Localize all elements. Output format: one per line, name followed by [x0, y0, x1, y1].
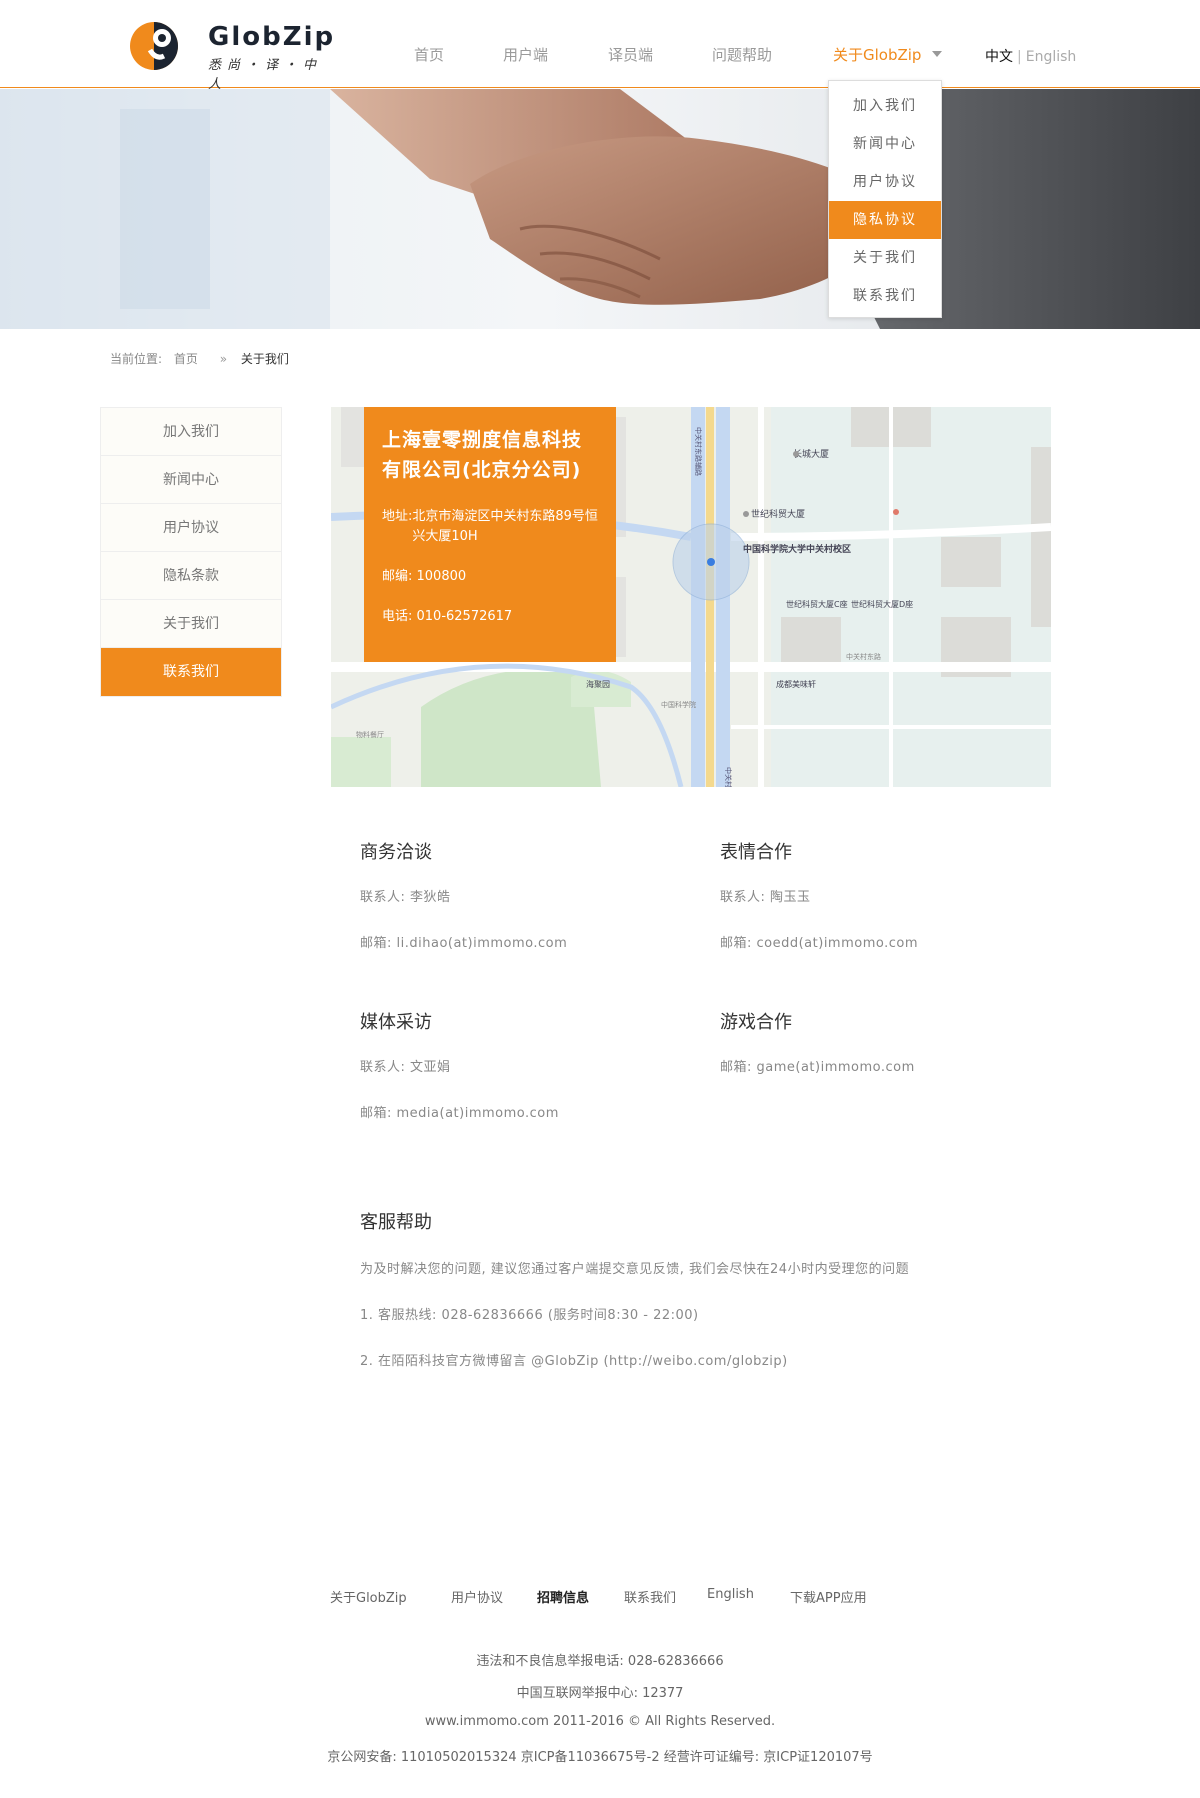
logo[interactable]: GlobZip 悉尚・译・中人 [128, 16, 338, 92]
footer-icp: 京公网安备: 11010502015324 京ICP备11036675号-2 经… [327, 1750, 873, 1765]
brand-slogan: 悉尚・译・中人 [208, 58, 323, 92]
contact-emoji: 表情合作 联系人: 陶玉玉 邮箱: coedd(at)immomo.com [720, 838, 918, 978]
breadcrumb-home[interactable]: 首页 [174, 352, 198, 366]
contact-email: 邮箱: coedd(at)immomo.com [720, 936, 919, 951]
brand-name: GlobZip [208, 22, 336, 52]
contact-business: 商务洽谈 联系人: 李狄皓 邮箱: li.dihao(at)immomo.com [360, 838, 567, 978]
map-label-cas: 中国科学院大学中关村校区 [743, 543, 851, 555]
map-label-century: 世纪科贸大厦 [751, 508, 805, 520]
nav-translator-side[interactable]: 译员端 [608, 44, 653, 65]
contact-person: 联系人: 李狄皓 [360, 890, 451, 905]
lang-english[interactable]: English [1026, 49, 1077, 65]
contact-title: 商务洽谈 [360, 842, 432, 863]
footer-copyright: www.immomo.com 2011-2016 © All Rights Re… [424, 1714, 776, 1729]
nav-help[interactable]: 问题帮助 [712, 44, 772, 65]
footer-report-center: 中国互联网举报中心: 12377 [516, 1686, 684, 1701]
contact-email: 邮箱: game(at)immomo.com [720, 1060, 915, 1075]
service-intro: 为及时解决您的问题, 建议您通过客户端提交意见反馈, 我们会尽快在24小时内受理… [360, 1262, 910, 1277]
footer-link-jobs[interactable]: 招聘信息 [537, 1587, 589, 1606]
dropdown-item-about-us[interactable]: 关于我们 [829, 239, 941, 277]
sidebar-item-about-us[interactable]: 关于我们 [101, 600, 281, 648]
map-label-century-c: 世纪科贸大厦C座 [786, 599, 848, 609]
map-label-cas-2: 中国科学院 [661, 700, 696, 709]
banner-image [0, 89, 1200, 329]
sidebar-item-user-agreement[interactable]: 用户协议 [101, 504, 281, 552]
footer-link-about[interactable]: 关于GlobZip [330, 1587, 407, 1606]
dropdown-item-user-agreement[interactable]: 用户协议 [829, 163, 941, 201]
contact-title: 游戏合作 [720, 1012, 792, 1033]
map-label-chengdu: 成都美味轩 [776, 679, 816, 689]
contact-email: 邮箱: media(at)immomo.com [360, 1106, 559, 1121]
contact-person: 联系人: 陶玉玉 [720, 890, 811, 905]
contact-person: 联系人: 文亚娟 [360, 1060, 451, 1075]
footer-link-english[interactable]: English [707, 1587, 754, 1602]
contact-email: 邮箱: li.dihao(at)immomo.com [360, 936, 568, 951]
sidebar-item-contact-us[interactable]: 联系我们 [101, 648, 281, 696]
contact-title: 表情合作 [720, 842, 792, 863]
map-label-east-road: 中关村东路 [724, 767, 733, 787]
lang-chinese[interactable]: 中文 [985, 49, 1013, 65]
sidebar-item-news[interactable]: 新闻中心 [101, 456, 281, 504]
handshake-illustration [0, 89, 1200, 329]
sidebar-item-privacy[interactable]: 隐私条款 [101, 552, 281, 600]
footer-link-contact[interactable]: 联系我们 [624, 1587, 676, 1606]
contact-title: 媒体采访 [360, 1012, 432, 1033]
breadcrumb-current: 关于我们 [240, 352, 289, 366]
dropdown-item-join-us[interactable]: 加入我们 [829, 87, 941, 125]
company-phone: 电话: 010-62572617 [382, 609, 513, 624]
footer-link-download-app[interactable]: 下载APP应用 [790, 1587, 867, 1606]
footer-link-user-agreement[interactable]: 用户协议 [451, 1587, 503, 1606]
service-title: 客服帮助 [360, 1212, 432, 1233]
dropdown-item-contact-us[interactable]: 联系我们 [829, 277, 941, 315]
map-label-east-road-aux: 中关村东路辅路 [694, 427, 703, 476]
map-label-canteen: 物料餐厅 [356, 730, 384, 739]
globzip-logo-icon [130, 22, 178, 70]
breadcrumb-label: 当前位置: [110, 352, 163, 366]
breadcrumb-arrow-icon: » [219, 352, 228, 366]
language-switch: 中文 | English [985, 46, 1076, 66]
chevron-down-icon[interactable] [932, 51, 942, 57]
about-dropdown-menu: 加入我们 新闻中心 用户协议 隐私协议 关于我们 联系我们 [828, 80, 942, 318]
service-weibo: 2. 在陌陌科技官方微博留言 @GlobZip (http://weibo.co… [360, 1354, 788, 1369]
customer-service: 客服帮助 为及时解决您的问题, 建议您通过客户端提交意见反馈, 我们会尽快在24… [360, 1208, 909, 1396]
lang-separator: | [1017, 49, 1022, 65]
sidebar: 加入我们 新闻中心 用户协议 隐私条款 关于我们 联系我们 [100, 407, 282, 697]
contact-media: 媒体采访 联系人: 文亚娟 邮箱: media(at)immomo.com [360, 1008, 559, 1148]
site-header: GlobZip 悉尚・译・中人 首页 用户端 译员端 问题帮助 关于GlobZi… [0, 0, 1200, 92]
service-hotline: 1. 客服热线: 028-62836666 (服务时间8:30 - 22:00) [360, 1308, 699, 1323]
dropdown-item-privacy[interactable]: 隐私协议 [829, 201, 941, 239]
contact-game: 游戏合作 邮箱: game(at)immomo.com [720, 1008, 915, 1102]
address-value: 北京市海淀区中关村东路89号恒兴大厦10H [412, 509, 598, 544]
nav-user-side[interactable]: 用户端 [503, 44, 548, 65]
company-info-card: 上海壹零捌度信息科技有限公司(北京分公司) 地址: 北京市海淀区中关村东路89号… [364, 407, 616, 662]
company-postcode: 邮编: 100800 [382, 569, 467, 584]
address-label: 地址: [382, 509, 413, 524]
breadcrumb: 当前位置: 首页 » 关于我们 [110, 350, 297, 367]
nav-home[interactable]: 首页 [414, 44, 444, 65]
nav-about-globzip[interactable]: 关于GlobZip [833, 44, 921, 65]
footer-report-phone: 违法和不良信息举报电话: 028-62836666 [476, 1654, 724, 1669]
map-label-road: 中关村东路 [846, 652, 881, 661]
company-address: 地址: 北京市海淀区中关村东路89号恒兴大厦10H [382, 507, 598, 547]
dropdown-item-news[interactable]: 新闻中心 [829, 125, 941, 163]
map-label-century-d: 世纪科贸大厦D座 [851, 599, 913, 609]
sidebar-item-join-us[interactable]: 加入我们 [101, 408, 281, 456]
map-label-haijuyuan: 海聚园 [586, 679, 610, 689]
company-name: 上海壹零捌度信息科技有限公司(北京分公司) [382, 429, 583, 481]
